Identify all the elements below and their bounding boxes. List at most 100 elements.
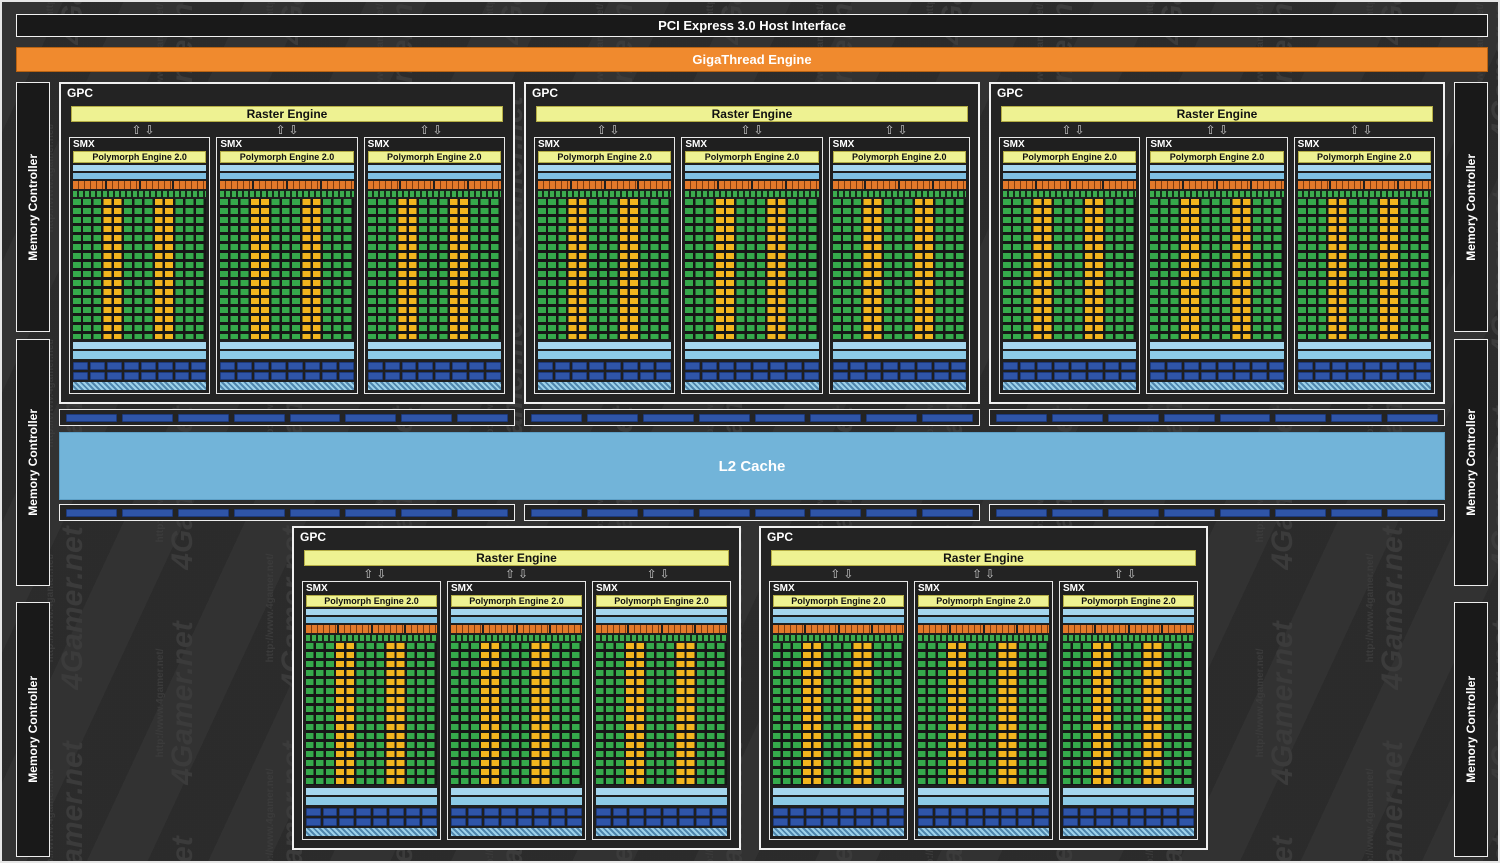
orange-segment (1003, 181, 1035, 189)
blue-bar (1298, 342, 1431, 349)
blue-segment (1416, 362, 1431, 370)
segment-row (685, 362, 818, 370)
blue-segment (468, 808, 483, 816)
blue-segment (551, 818, 566, 826)
blue-segment (1150, 362, 1165, 370)
blue-segment (1184, 362, 1199, 370)
blue-segment (1080, 808, 1095, 816)
blue-segment (1080, 818, 1095, 826)
orange-segment (773, 625, 804, 633)
arrow-pair: ⇧⇩ (824, 123, 968, 136)
orange-segment-row (1003, 181, 1136, 189)
smx-block: SMXPolymorph Engine 2.0 (302, 581, 441, 840)
crossbar-segment (1387, 414, 1438, 422)
blue-segment (867, 362, 882, 370)
polymorph-engine-bar: Polymorph Engine 2.0 (918, 595, 1049, 607)
blue-bar (773, 788, 904, 795)
crossbar-segment (699, 509, 750, 517)
blue-segment (951, 372, 966, 380)
orange-segment (840, 625, 871, 633)
orange-segment (451, 625, 482, 633)
blue-segment (589, 372, 604, 380)
smx-label: SMX (1003, 138, 1136, 151)
blue-row (596, 617, 727, 623)
blue-segment (1071, 372, 1086, 380)
blue-bar (1063, 797, 1194, 805)
blue-row (73, 173, 206, 179)
blue-segment (305, 362, 320, 370)
blue-segment (158, 372, 173, 380)
core-grid (773, 643, 904, 785)
blue-segment (1298, 362, 1313, 370)
blue-row (451, 617, 582, 623)
memory-controller: Memory Controller (1454, 82, 1488, 332)
smx-block: SMXPolymorph Engine 2.0 (1146, 137, 1287, 394)
orange-segment (1163, 625, 1194, 633)
smx-row: SMXPolymorph Engine 2.0SMXPolymorph Engi… (302, 581, 731, 840)
orange-segment (538, 181, 570, 189)
green-dash-row (73, 191, 206, 197)
blue-segment (220, 362, 235, 370)
blue-segment (339, 808, 354, 816)
blue-segment (1252, 362, 1267, 370)
blue-segment (484, 818, 499, 826)
orange-segment (401, 181, 433, 189)
segment-row (73, 372, 206, 380)
orange-segment-row (220, 181, 353, 189)
blue-segment (951, 818, 966, 826)
dotted-row (73, 382, 206, 390)
up-arrow-icon: ⇧ (131, 124, 141, 136)
smx-block: SMXPolymorph Engine 2.0 (769, 581, 908, 840)
orange-segment (141, 181, 173, 189)
watermark: http://www.4gamer.net/4Gamer.net (156, 598, 198, 808)
up-arrow-icon: ⇧ (1114, 568, 1124, 580)
blue-row (538, 165, 671, 171)
blue-segment (306, 818, 321, 826)
segment-row (1063, 818, 1194, 826)
crossbar-segment (1052, 509, 1103, 517)
blue-segment (1179, 818, 1194, 826)
core-grid (1063, 643, 1194, 785)
blue-segment (288, 372, 303, 380)
green-dash-row (685, 191, 818, 197)
watermark-title: 4Gamer.net (1487, 598, 1499, 808)
green-dash-row (538, 191, 671, 197)
orange-segment (1018, 625, 1049, 633)
polymorph-engine-bar: Polymorph Engine 2.0 (1063, 595, 1194, 607)
blue-segment (1113, 808, 1128, 816)
blue-segment (935, 818, 950, 826)
blue-bar (73, 351, 206, 359)
blue-segment (679, 808, 694, 816)
smx-block: SMXPolymorph Engine 2.0 (1294, 137, 1435, 394)
crossbar-row (59, 504, 515, 521)
down-arrow-icon: ⇩ (289, 124, 299, 136)
crossbar-segment (1164, 509, 1215, 517)
blue-row (73, 165, 206, 171)
crossbar-segment (866, 414, 917, 422)
segment-row (368, 362, 501, 370)
orange-segment-row (1150, 181, 1283, 189)
green-dash-row (220, 191, 353, 197)
blue-bar (538, 351, 671, 359)
orange-segment (866, 181, 898, 189)
segment-row (596, 808, 727, 816)
segment-row (538, 372, 671, 380)
segment-row (1298, 362, 1431, 370)
down-arrow-icon: ⇩ (145, 124, 155, 136)
up-arrow-icon: ⇧ (596, 124, 606, 136)
blue-segment (736, 372, 751, 380)
blue-segment (271, 372, 286, 380)
blue-segment (237, 362, 252, 370)
crossbar-segment (178, 509, 229, 517)
crossbar-segment (401, 414, 452, 422)
blue-bar (685, 351, 818, 359)
raster-engine-bar: Raster Engine (304, 550, 729, 566)
gpc-block: GPCRaster Engine⇧⇩⇧⇩⇧⇩SMXPolymorph Engin… (59, 82, 515, 404)
crossbar-segment (755, 414, 806, 422)
crossbar-segment (1275, 414, 1326, 422)
smx-block: SMXPolymorph Engine 2.0 (534, 137, 675, 394)
blue-segment (1018, 808, 1033, 816)
arrow-pair: ⇧⇩ (446, 567, 588, 580)
crossbar-segment (643, 509, 694, 517)
crossbar-segment (66, 509, 117, 517)
